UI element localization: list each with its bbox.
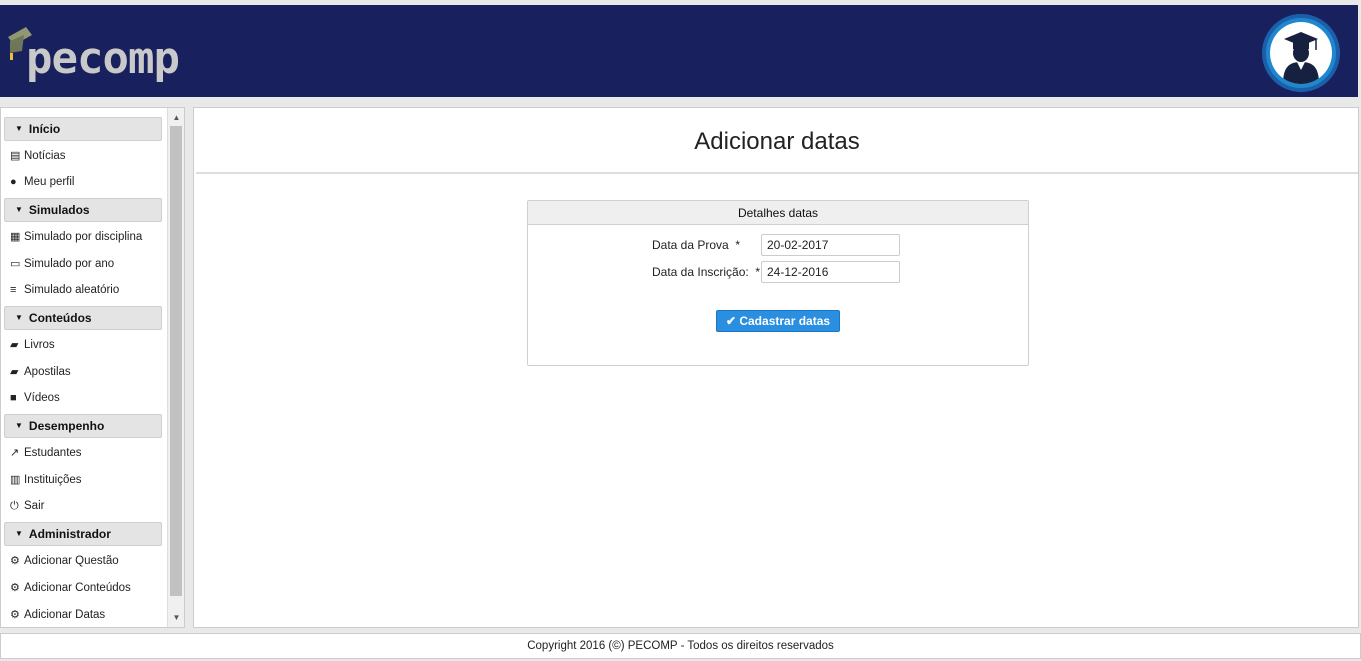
user-avatar[interactable] (1262, 14, 1340, 92)
registration-date-label: Data da Inscrição: * (652, 265, 761, 279)
menu-group-label: Simulados (28, 203, 90, 217)
graduate-user-icon (1270, 22, 1332, 84)
header-bar: pecomp (0, 5, 1358, 97)
sidebar-item-adicionar-datas[interactable]: ⚙ Adicionar Datas (4, 603, 162, 627)
menu-group-label: Desempenho (28, 419, 105, 433)
sidebar-item-label: Sair (24, 500, 45, 512)
gear-icon: ⚙ (10, 609, 20, 621)
scroll-up-arrow-icon[interactable]: ▲ (168, 110, 184, 125)
sidebar-item-label: Estudantes (24, 447, 82, 459)
check-icon: ✔ (725, 314, 736, 328)
sidebar-item-livros[interactable]: ▰ Livros (4, 333, 162, 360)
sidebar-item-estudantes[interactable]: ↗ Estudantes (4, 441, 162, 468)
registration-date-input[interactable] (761, 261, 900, 283)
sidebar-item-videos[interactable]: ■ Vídeos (4, 387, 162, 414)
cadastrar-datas-button[interactable]: ✔ Cadastrar datas (716, 310, 840, 332)
newspaper-icon: ▤ (10, 150, 21, 162)
sidebar-item-label: Apostilas (24, 366, 71, 378)
sidebar-item-label: Simulado por disciplina (24, 231, 143, 243)
sidebar-item-simulado-disciplina[interactable]: ▦ Simulado por disciplina (4, 225, 162, 252)
sidebar-menu: ▼ Início ▤ Notícias ● Meu perfil ▼ Simulados… (4, 117, 162, 627)
caret-down-icon: ▼ (15, 205, 23, 214)
button-label: Cadastrar datas (739, 314, 831, 328)
menu-group-administrador[interactable]: ▼ Administrador (4, 522, 162, 546)
sidebar-item-label: Adicionar Questão (24, 555, 119, 567)
power-icon: ⏻ (10, 500, 19, 512)
book-icon: ▰ (10, 339, 19, 351)
sidebar-scrollbar[interactable]: ▲ ▼ (167, 108, 184, 627)
line-chart-icon: ↗ (10, 447, 20, 459)
caret-down-icon: ▼ (15, 421, 23, 430)
menu-group-label: Conteúdos (28, 311, 92, 325)
sidebar-item-instituicoes[interactable]: ▥ Instituições (4, 468, 162, 495)
sidebar-item-label: Simulado por ano (24, 258, 115, 270)
scrollbar-thumb[interactable] (170, 126, 182, 596)
gear-icon: ⚙ (10, 582, 20, 594)
sidebar-item-adicionar-conteudos[interactable]: ⚙ Adicionar Conteúdos (4, 576, 162, 603)
menu-group-label: Administrador (28, 527, 111, 541)
pecomp-logo[interactable]: pecomp (4, 25, 180, 87)
menu-group-simulados[interactable]: ▼ Simulados (4, 198, 162, 222)
main-content: Adicionar datas Detalhes datas Data da P… (193, 107, 1359, 628)
sidebar-item-label: Adicionar Datas (24, 609, 106, 621)
calendar-icon: ▭ (10, 258, 21, 270)
caret-down-icon: ▼ (15, 529, 23, 538)
gear-icon: ⚙ (10, 555, 20, 567)
menu-group-desempenho[interactable]: ▼ Desempenho (4, 414, 162, 438)
sidebar-item-adicionar-questao[interactable]: ⚙ Adicionar Questão (4, 549, 162, 576)
logo-wordmark: pecomp (26, 33, 180, 84)
caret-down-icon: ▼ (15, 313, 23, 322)
user-icon: ● (10, 176, 17, 188)
page-title: Adicionar datas (694, 128, 860, 155)
bar-chart-icon: ▥ (10, 474, 21, 486)
table-icon: ▦ (10, 231, 21, 243)
sidebar-item-label: Instituições (24, 474, 82, 486)
list-icon: ≡ (10, 284, 17, 296)
sidebar-item-label: Meu perfil (24, 176, 75, 188)
sidebar-item-label: Simulado aleatório (24, 284, 120, 296)
sidebar-item-label: Livros (24, 339, 55, 351)
caret-down-icon: ▼ (15, 124, 23, 133)
title-divider (196, 172, 1358, 174)
video-icon: ■ (10, 392, 17, 404)
sidebar-item-simulado-ano[interactable]: ▭ Simulado por ano (4, 252, 162, 279)
sidebar-item-sair[interactable]: ⏻ Sair (4, 495, 162, 522)
sidebar-item-label: Adicionar Conteúdos (24, 582, 131, 594)
book-icon: ▰ (10, 366, 19, 378)
menu-group-inicio[interactable]: ▼ Início (4, 117, 162, 141)
sidebar-item-apostilas[interactable]: ▰ Apostilas (4, 360, 162, 387)
required-marker: * (735, 238, 741, 252)
sidebar-item-noticias[interactable]: ▤ Notícias (4, 144, 162, 171)
sidebar-item-simulado-aleatorio[interactable]: ≡ Simulado aleatório (4, 279, 162, 306)
menu-group-label: Início (28, 122, 61, 136)
panel-title: Detalhes datas (528, 201, 1028, 225)
required-marker: * (755, 265, 761, 279)
scroll-down-arrow-icon[interactable]: ▼ (168, 610, 184, 625)
sidebar: ▼ Início ▤ Notícias ● Meu perfil ▼ Simulados… (0, 107, 185, 628)
dates-panel: Detalhes datas Data da Prova * Data da I… (527, 200, 1029, 366)
sidebar-item-label: Notícias (24, 150, 66, 162)
sidebar-item-label: Vídeos (24, 392, 60, 404)
copyright-text: Copyright 2016 (©) PECOMP - Todos os dir… (527, 640, 834, 652)
exam-date-input[interactable] (761, 234, 900, 256)
exam-date-label: Data da Prova * (652, 238, 741, 252)
sidebar-item-meu-perfil[interactable]: ● Meu perfil (4, 171, 162, 198)
menu-group-conteudos[interactable]: ▼ Conteúdos (4, 306, 162, 330)
footer: Copyright 2016 (©) PECOMP - Todos os dir… (0, 633, 1361, 659)
